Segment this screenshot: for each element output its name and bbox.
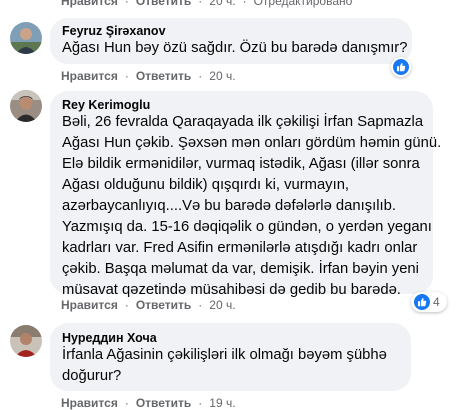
comment-text: azərbaycanlıyıq....Və bu barədə dəfələrl… — [62, 198, 396, 214]
comment-actions: Нравится · Ответить · 20 ч. — [61, 298, 236, 312]
comment-time[interactable]: 20 ч. — [209, 0, 235, 8]
comment-text: Ağası Hun bəy özü sağdır. Özü bu barədə … — [62, 40, 408, 56]
reply-link[interactable]: Ответить — [136, 0, 191, 8]
edited-label: Отредактировано — [253, 0, 353, 8]
comment-time[interactable]: 20 ч. — [209, 69, 235, 83]
comment-text: Bəli, 26 fevralda Qaraqayada ilk çəkiliş… — [62, 114, 424, 130]
reaction-count: 4 — [433, 295, 440, 309]
comment-text: çəkib. Başqa məlumat da var, demişik. İr… — [62, 261, 419, 277]
like-link[interactable]: Нравится — [61, 0, 118, 8]
like-link[interactable]: Нравится — [61, 396, 118, 410]
comment-time[interactable]: 19 ч. — [209, 396, 235, 410]
comment-actions: Нравится · Ответить · 20 ч. — [61, 69, 236, 83]
comment-text: İrfanla Ağasinin çəkilişləri ilk olmağı … — [62, 347, 387, 363]
avatar[interactable] — [10, 325, 42, 357]
thumbs-up-icon — [414, 294, 430, 310]
avatar[interactable] — [10, 22, 42, 54]
comment-time[interactable]: 20 ч. — [209, 298, 235, 312]
comment-text: Ağası Hun çəkib. Şəxsən mən onları gördü… — [62, 135, 442, 151]
comment-text: doğurur? — [62, 368, 122, 384]
reaction-summary[interactable]: 4 — [411, 292, 447, 312]
reply-link[interactable]: Ответить — [136, 298, 191, 312]
comment-text: Elə bildik erməni­dilər, vurmaq istədik,… — [62, 156, 420, 172]
comment-text: Ağası olduğunu bildik) qışqırdı ki, vurm… — [62, 177, 350, 193]
comment-text: Yazmışıq da. 15-16 dəqiqəlik o gündən, o… — [62, 219, 432, 235]
comment-author[interactable]: Нуреддин Хоча — [62, 331, 157, 345]
reply-link[interactable]: Ответить — [136, 69, 191, 83]
reaction-summary[interactable] — [391, 57, 411, 77]
reply-link[interactable]: Ответить — [136, 396, 191, 410]
like-link[interactable]: Нравится — [61, 298, 118, 312]
comment-author[interactable]: Feyruz Şirəxanov — [62, 24, 166, 38]
comment-text: kadrları var. Fred Asifin ermənilərlə at… — [62, 240, 418, 256]
comment-author[interactable]: Rey Kerimoglu — [62, 98, 150, 112]
comment-actions-top: Нравится · Ответить · 20 ч. · Отредактировано — [61, 0, 352, 8]
avatar[interactable] — [10, 90, 42, 122]
like-link[interactable]: Нравится — [61, 69, 118, 83]
thumbs-up-icon — [393, 59, 409, 75]
comment-actions: Нравится · Ответить · 19 ч. — [61, 396, 236, 410]
